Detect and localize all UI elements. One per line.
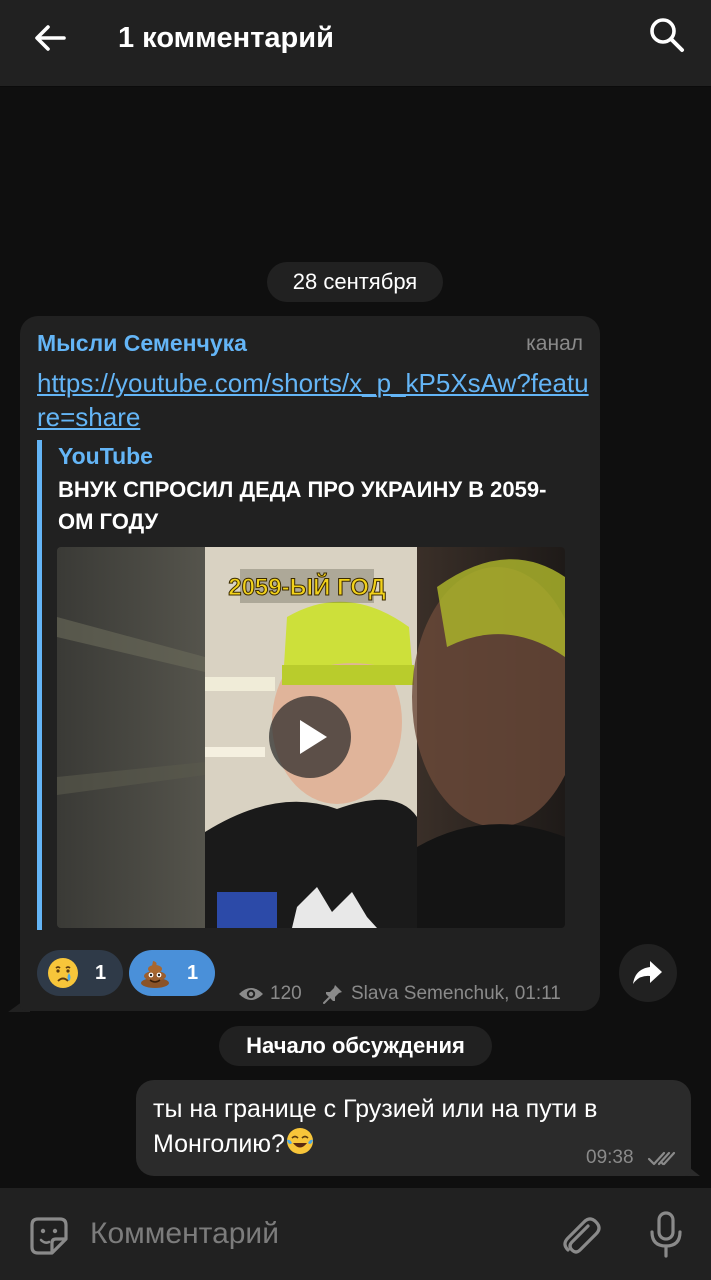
page-title: 1 комментарий bbox=[118, 22, 334, 54]
channel-post: Мысли Семенчука канал https://youtube.co… bbox=[20, 316, 600, 1011]
search-icon bbox=[650, 18, 684, 52]
face-with-tears-of-joy-icon bbox=[286, 1128, 313, 1154]
share-arrow-icon bbox=[633, 961, 662, 984]
pile-of-poo-icon bbox=[141, 961, 169, 988]
my-message-body: ты на границе с Грузией или на пути в Мо… bbox=[153, 1095, 598, 1158]
top-bar: 1 комментарий bbox=[0, 0, 711, 87]
share-button[interactable] bbox=[619, 944, 677, 1002]
channel-tag: канал bbox=[526, 332, 583, 355]
link-preview[interactable]: YouTube ВНУК СПРОСИЛ ДЕДА ПРО УКРАИНУ В … bbox=[37, 440, 582, 930]
paperclip-icon bbox=[563, 1217, 601, 1254]
preview-site-name: YouTube bbox=[58, 443, 153, 469]
message-time: 09:38 bbox=[586, 1147, 634, 1168]
preview-title: ВНУК СПРОСИЛ ДЕДА ПРО УКРАИНУ В 2059-ОМ … bbox=[58, 477, 547, 534]
play-icon bbox=[300, 720, 327, 754]
reaction-count: 1 bbox=[187, 962, 199, 984]
video-thumbnail[interactable]: 2059-ЫЙ ГОД bbox=[57, 547, 565, 928]
reaction-crying[interactable]: 1 bbox=[37, 950, 123, 996]
arrow-left-icon bbox=[35, 25, 66, 51]
back-button[interactable] bbox=[30, 18, 70, 58]
play-button[interactable] bbox=[269, 696, 351, 778]
eye-icon bbox=[239, 988, 263, 1000]
comment-input[interactable] bbox=[90, 1212, 530, 1256]
sticker-button[interactable] bbox=[26, 1213, 72, 1259]
microphone-button[interactable] bbox=[644, 1210, 688, 1260]
discussion-start-label: Начало обсуждения bbox=[219, 1026, 492, 1066]
double-check-icon bbox=[647, 1151, 676, 1166]
sticker-icon bbox=[30, 1217, 68, 1255]
crying-face-icon bbox=[48, 958, 78, 988]
pin-icon bbox=[323, 985, 342, 1004]
my-message[interactable]: ты на границе с Грузией или на пути в Мо… bbox=[136, 1080, 691, 1176]
microphone-icon bbox=[650, 1211, 682, 1258]
date-separator: 28 сентября bbox=[267, 262, 443, 302]
reaction-count: 1 bbox=[95, 962, 107, 984]
channel-name[interactable]: Мысли Семенчука bbox=[37, 328, 247, 358]
author-time: Slava Semenchuk, 01:11 bbox=[351, 983, 561, 1004]
search-button[interactable] bbox=[646, 14, 688, 56]
post-link[interactable]: https://youtube.com/shorts/x_p_kP5XsAw?f… bbox=[37, 366, 593, 434]
thumbnail-caption: 2059-ЫЙ ГОД bbox=[228, 573, 386, 601]
comment-composer bbox=[0, 1188, 711, 1280]
attach-button[interactable] bbox=[558, 1212, 602, 1258]
view-count: 120 bbox=[270, 983, 302, 1004]
reaction-poo[interactable]: 1 bbox=[129, 950, 215, 996]
